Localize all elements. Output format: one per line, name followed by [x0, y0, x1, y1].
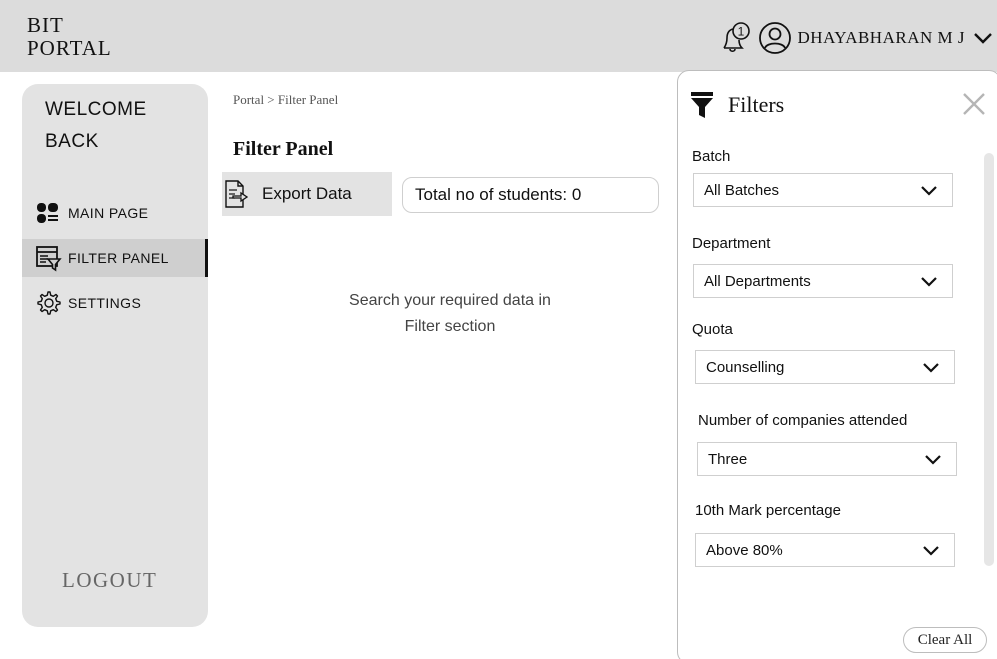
chevron-down-icon: [925, 454, 941, 465]
chevron-down-icon: [923, 545, 939, 556]
close-icon[interactable]: [961, 91, 987, 117]
page-title: Filter Panel: [233, 138, 334, 160]
chevron-down-icon: [921, 185, 937, 196]
empty-line-2: Filter section: [404, 318, 496, 335]
sidebar-item-settings[interactable]: SETTINGS: [22, 284, 208, 322]
companies-attended-select-value: Three: [708, 450, 748, 468]
sidebar-item-label: FILTER PANEL: [68, 250, 169, 266]
export-icon: [225, 180, 248, 208]
sidebar-item-filter-panel[interactable]: FILTER PANEL: [22, 239, 208, 277]
welcome-line-1: WELCOME: [45, 99, 147, 120]
user-area: 1 DHAYABHARAN M J: [718, 18, 993, 58]
department-select[interactable]: All Departments: [693, 264, 953, 298]
logout-button[interactable]: LOGOUT: [62, 568, 157, 593]
department-label: Department: [692, 235, 771, 252]
quota-select-value: Counselling: [706, 358, 785, 376]
tenth-mark-select[interactable]: Above 80%: [695, 533, 955, 567]
notification-bell-icon[interactable]: 1: [718, 21, 752, 55]
welcome-line-2: BACK: [45, 131, 99, 152]
sidebar-item-label: MAIN PAGE: [68, 205, 149, 221]
funnel-icon: [691, 92, 713, 118]
brand-logo[interactable]: BIT PORTAL: [27, 14, 112, 60]
filters-title: Filters: [728, 92, 785, 117]
breadcrumb: Portal > Filter Panel: [233, 92, 339, 107]
brand-line-2: PORTAL: [27, 36, 112, 60]
chevron-down-icon[interactable]: [973, 31, 993, 45]
export-data-label: Export Data: [262, 184, 352, 203]
username[interactable]: DHAYABHARAN M J: [798, 28, 965, 48]
chevron-down-icon: [923, 362, 939, 373]
filters-panel: Filters Batch All Batches Department All…: [677, 70, 997, 659]
brand-line-1: BIT: [27, 13, 64, 37]
empty-state-message: Search your required data in Filter sect…: [300, 288, 600, 340]
quota-select[interactable]: Counselling: [695, 350, 955, 384]
batch-select[interactable]: All Batches: [693, 173, 953, 207]
notification-count: 1: [737, 25, 744, 39]
quota-label: Quota: [692, 321, 733, 338]
total-students-box: Total no of students: 0: [402, 177, 659, 213]
clear-all-button[interactable]: Clear All: [903, 627, 987, 653]
tenth-mark-select-value: Above 80%: [706, 541, 783, 559]
sidebar-item-label: SETTINGS: [68, 295, 142, 311]
user-avatar-icon[interactable]: [758, 21, 792, 55]
welcome-text: WELCOME BACK: [45, 94, 147, 158]
filters-header: Filters: [690, 91, 784, 119]
export-data-button[interactable]: Export Data: [222, 172, 392, 216]
sidebar-item-main-page[interactable]: MAIN PAGE: [22, 194, 208, 232]
tenth-mark-label: 10th Mark percentage: [695, 502, 841, 519]
companies-attended-select[interactable]: Three: [697, 442, 957, 476]
sidebar: WELCOME BACK MAIN PAGE FILTER PANEL SETT…: [22, 84, 208, 627]
filter-panel-icon: [36, 246, 62, 272]
companies-attended-label: Number of companies attended: [698, 412, 908, 429]
batch-label: Batch: [692, 148, 731, 165]
department-select-value: All Departments: [704, 272, 811, 290]
dashboard-icon: [37, 203, 58, 223]
batch-select-value: All Batches: [704, 181, 780, 199]
top-bar: BIT PORTAL 1 DHAYABHARAN M J: [0, 0, 997, 72]
filters-scrollbar[interactable]: [984, 153, 994, 566]
empty-line-1: Search your required data in: [349, 292, 551, 309]
chevron-down-icon: [921, 276, 937, 287]
gear-icon: [37, 291, 61, 315]
